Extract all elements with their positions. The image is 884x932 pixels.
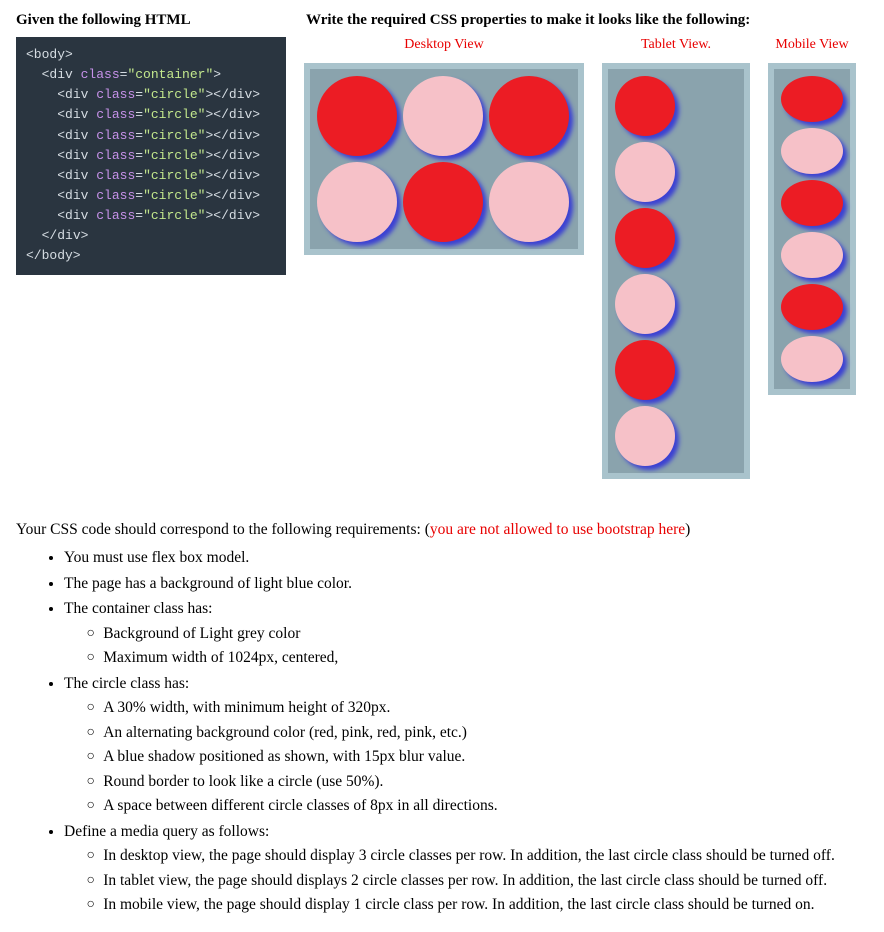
req-media-mobile: In mobile view, the page should display … bbox=[106, 894, 868, 916]
demo-circle bbox=[781, 336, 843, 382]
req-container-width: Maximum width of 1024px, centered, bbox=[106, 647, 868, 669]
demo-circle bbox=[317, 76, 397, 156]
req-item-flex: You must use flex box model. bbox=[64, 547, 868, 569]
demo-circle bbox=[403, 76, 483, 156]
req-circle-altbg: An alternating background color (red, pi… bbox=[106, 722, 868, 744]
demo-circle bbox=[781, 284, 843, 330]
tablet-view-column: Tablet View. bbox=[602, 37, 750, 479]
req-circle-space: A space between different circle classes… bbox=[106, 795, 868, 817]
demo-circle bbox=[615, 340, 675, 400]
demo-circle bbox=[615, 406, 675, 466]
demo-circle bbox=[781, 76, 843, 122]
req-item-container: The container class has: Background of L… bbox=[64, 598, 868, 669]
mobile-demo-page bbox=[768, 63, 856, 395]
header-row: Given the following HTML Write the requi… bbox=[16, 12, 868, 29]
header-right-title: Write the required CSS properties to mak… bbox=[306, 12, 868, 29]
demo-circle bbox=[403, 162, 483, 242]
req-item-media: Define a media query as follows: In desk… bbox=[64, 821, 868, 917]
demo-circle bbox=[781, 180, 843, 226]
req-item-circle: The circle class has: A 30% width, with … bbox=[64, 673, 868, 818]
code-circle-1: <div class="circle"></div> bbox=[57, 87, 260, 102]
req-circle-shadow: A blue shadow positioned as shown, with … bbox=[106, 746, 868, 768]
requirements-intro: Your CSS code should correspond to the f… bbox=[16, 519, 868, 541]
intro-text-c: ) bbox=[685, 521, 690, 538]
req-media-tablet: In tablet view, the page should displays… bbox=[106, 870, 868, 892]
intro-text-a: Your CSS code should correspond to the f… bbox=[16, 521, 430, 538]
html-code-block: <body> <div class="container"> <div clas… bbox=[16, 37, 286, 275]
code-container-close: </div> bbox=[42, 228, 89, 243]
views-area: Desktop View Tablet View. bbox=[304, 37, 868, 479]
mobile-demo-container bbox=[774, 69, 850, 389]
code-circle-5: <div class="circle"></div> bbox=[57, 168, 260, 183]
desktop-demo-page bbox=[304, 63, 584, 255]
code-circle-2: <div class="circle"></div> bbox=[57, 107, 260, 122]
req-media-desktop: In desktop view, the page should display… bbox=[106, 845, 868, 867]
desktop-view-label: Desktop View bbox=[404, 37, 483, 53]
demo-circle bbox=[615, 274, 675, 334]
demo-circle bbox=[781, 232, 843, 278]
content-top-row: <body> <div class="container"> <div clas… bbox=[16, 37, 868, 479]
req-container-bg: Background of Light grey color bbox=[106, 623, 868, 645]
code-circle-7: <div class="circle"></div> bbox=[57, 208, 260, 223]
desktop-view-column: Desktop View bbox=[304, 37, 584, 255]
mobile-view-column: Mobile View bbox=[768, 37, 856, 395]
req-circle-border: Round border to look like a circle (use … bbox=[106, 771, 868, 793]
code-container-open: <div class="container"> bbox=[42, 67, 221, 82]
tablet-demo-container bbox=[608, 69, 744, 473]
code-circle-3: <div class="circle"></div> bbox=[57, 128, 260, 143]
demo-circle bbox=[317, 162, 397, 242]
requirements-list: You must use flex box model. The page ha… bbox=[64, 547, 868, 916]
demo-circle bbox=[615, 76, 675, 136]
requirements-section: Your CSS code should correspond to the f… bbox=[16, 519, 868, 917]
code-circle-4: <div class="circle"></div> bbox=[57, 148, 260, 163]
req-circle-width: A 30% width, with minimum height of 320p… bbox=[106, 697, 868, 719]
code-body-close: </body> bbox=[26, 248, 81, 263]
code-circle-6: <div class="circle"></div> bbox=[57, 188, 260, 203]
demo-circle bbox=[489, 76, 569, 156]
header-left-title: Given the following HTML bbox=[16, 12, 286, 29]
demo-circle bbox=[615, 142, 675, 202]
code-line-body-open: <body> bbox=[26, 47, 73, 62]
desktop-demo-container bbox=[310, 69, 578, 249]
mobile-view-label: Mobile View bbox=[775, 37, 848, 53]
demo-circle bbox=[781, 128, 843, 174]
demo-circle bbox=[615, 208, 675, 268]
intro-red-note: you are not allowed to use bootstrap her… bbox=[430, 521, 685, 538]
tablet-demo-page bbox=[602, 63, 750, 479]
req-item-bg: The page has a background of light blue … bbox=[64, 573, 868, 595]
demo-circle bbox=[489, 162, 569, 242]
tablet-view-label: Tablet View. bbox=[641, 37, 711, 53]
